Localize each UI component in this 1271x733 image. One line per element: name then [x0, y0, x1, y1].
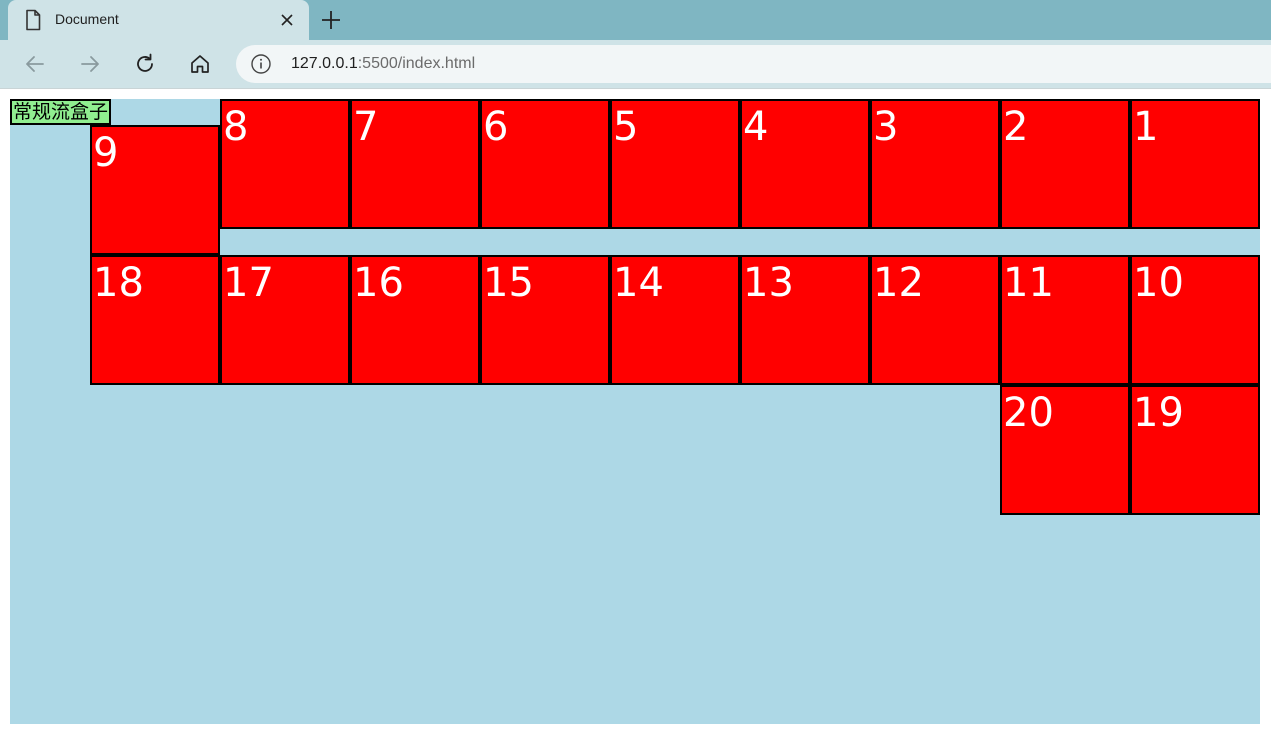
- float-box-2: 2: [1000, 99, 1130, 229]
- float-box-9: 9: [90, 125, 220, 255]
- float-box-3: 3: [870, 99, 1000, 229]
- plus-icon[interactable]: [319, 8, 343, 32]
- back-icon[interactable]: [23, 52, 47, 76]
- url-host: 127.0.0.1: [291, 55, 358, 72]
- float-box-4: 4: [740, 99, 870, 229]
- float-box-1: 1: [1130, 99, 1260, 229]
- address-bar[interactable]: 127.0.0.1:5500/index.html: [236, 45, 1271, 83]
- page-viewport: 常规流盒子 1 2 3 4 5 6 7 8 9 10 11 12 13 14 1…: [0, 89, 1271, 733]
- document-icon: [26, 9, 41, 31]
- close-icon[interactable]: [278, 11, 296, 29]
- float-box-7: 7: [350, 99, 480, 229]
- float-box-14: 14: [610, 255, 740, 385]
- float-box-18: 18: [90, 255, 220, 385]
- float-box-15: 15: [480, 255, 610, 385]
- float-box-17: 17: [220, 255, 350, 385]
- float-box-20: 20: [1000, 385, 1130, 515]
- reload-icon[interactable]: [133, 52, 157, 76]
- float-box-16: 16: [350, 255, 480, 385]
- float-box-5: 5: [610, 99, 740, 229]
- tab-strip: Document: [0, 0, 1271, 40]
- info-icon[interactable]: [250, 53, 272, 75]
- float-box-6: 6: [480, 99, 610, 229]
- float-box-10: 10: [1130, 255, 1260, 385]
- float-box-12: 12: [870, 255, 1000, 385]
- float-box-11: 11: [1000, 255, 1130, 385]
- float-box-19: 19: [1130, 385, 1260, 515]
- browser-toolbar: 127.0.0.1:5500/index.html: [0, 40, 1271, 88]
- float-box-13: 13: [740, 255, 870, 385]
- forward-icon[interactable]: [78, 52, 102, 76]
- url-text: 127.0.0.1:5500/index.html: [291, 55, 475, 73]
- float-container: 常规流盒子 1 2 3 4 5 6 7 8 9 10 11 12 13 14 1…: [10, 99, 1260, 724]
- tab-document[interactable]: Document: [8, 0, 309, 40]
- tab-title: Document: [55, 11, 119, 27]
- home-icon[interactable]: [188, 52, 212, 76]
- normal-flow-box: 常规流盒子: [10, 99, 112, 125]
- float-box-8: 8: [220, 99, 350, 229]
- url-path: :5500/index.html: [357, 55, 476, 72]
